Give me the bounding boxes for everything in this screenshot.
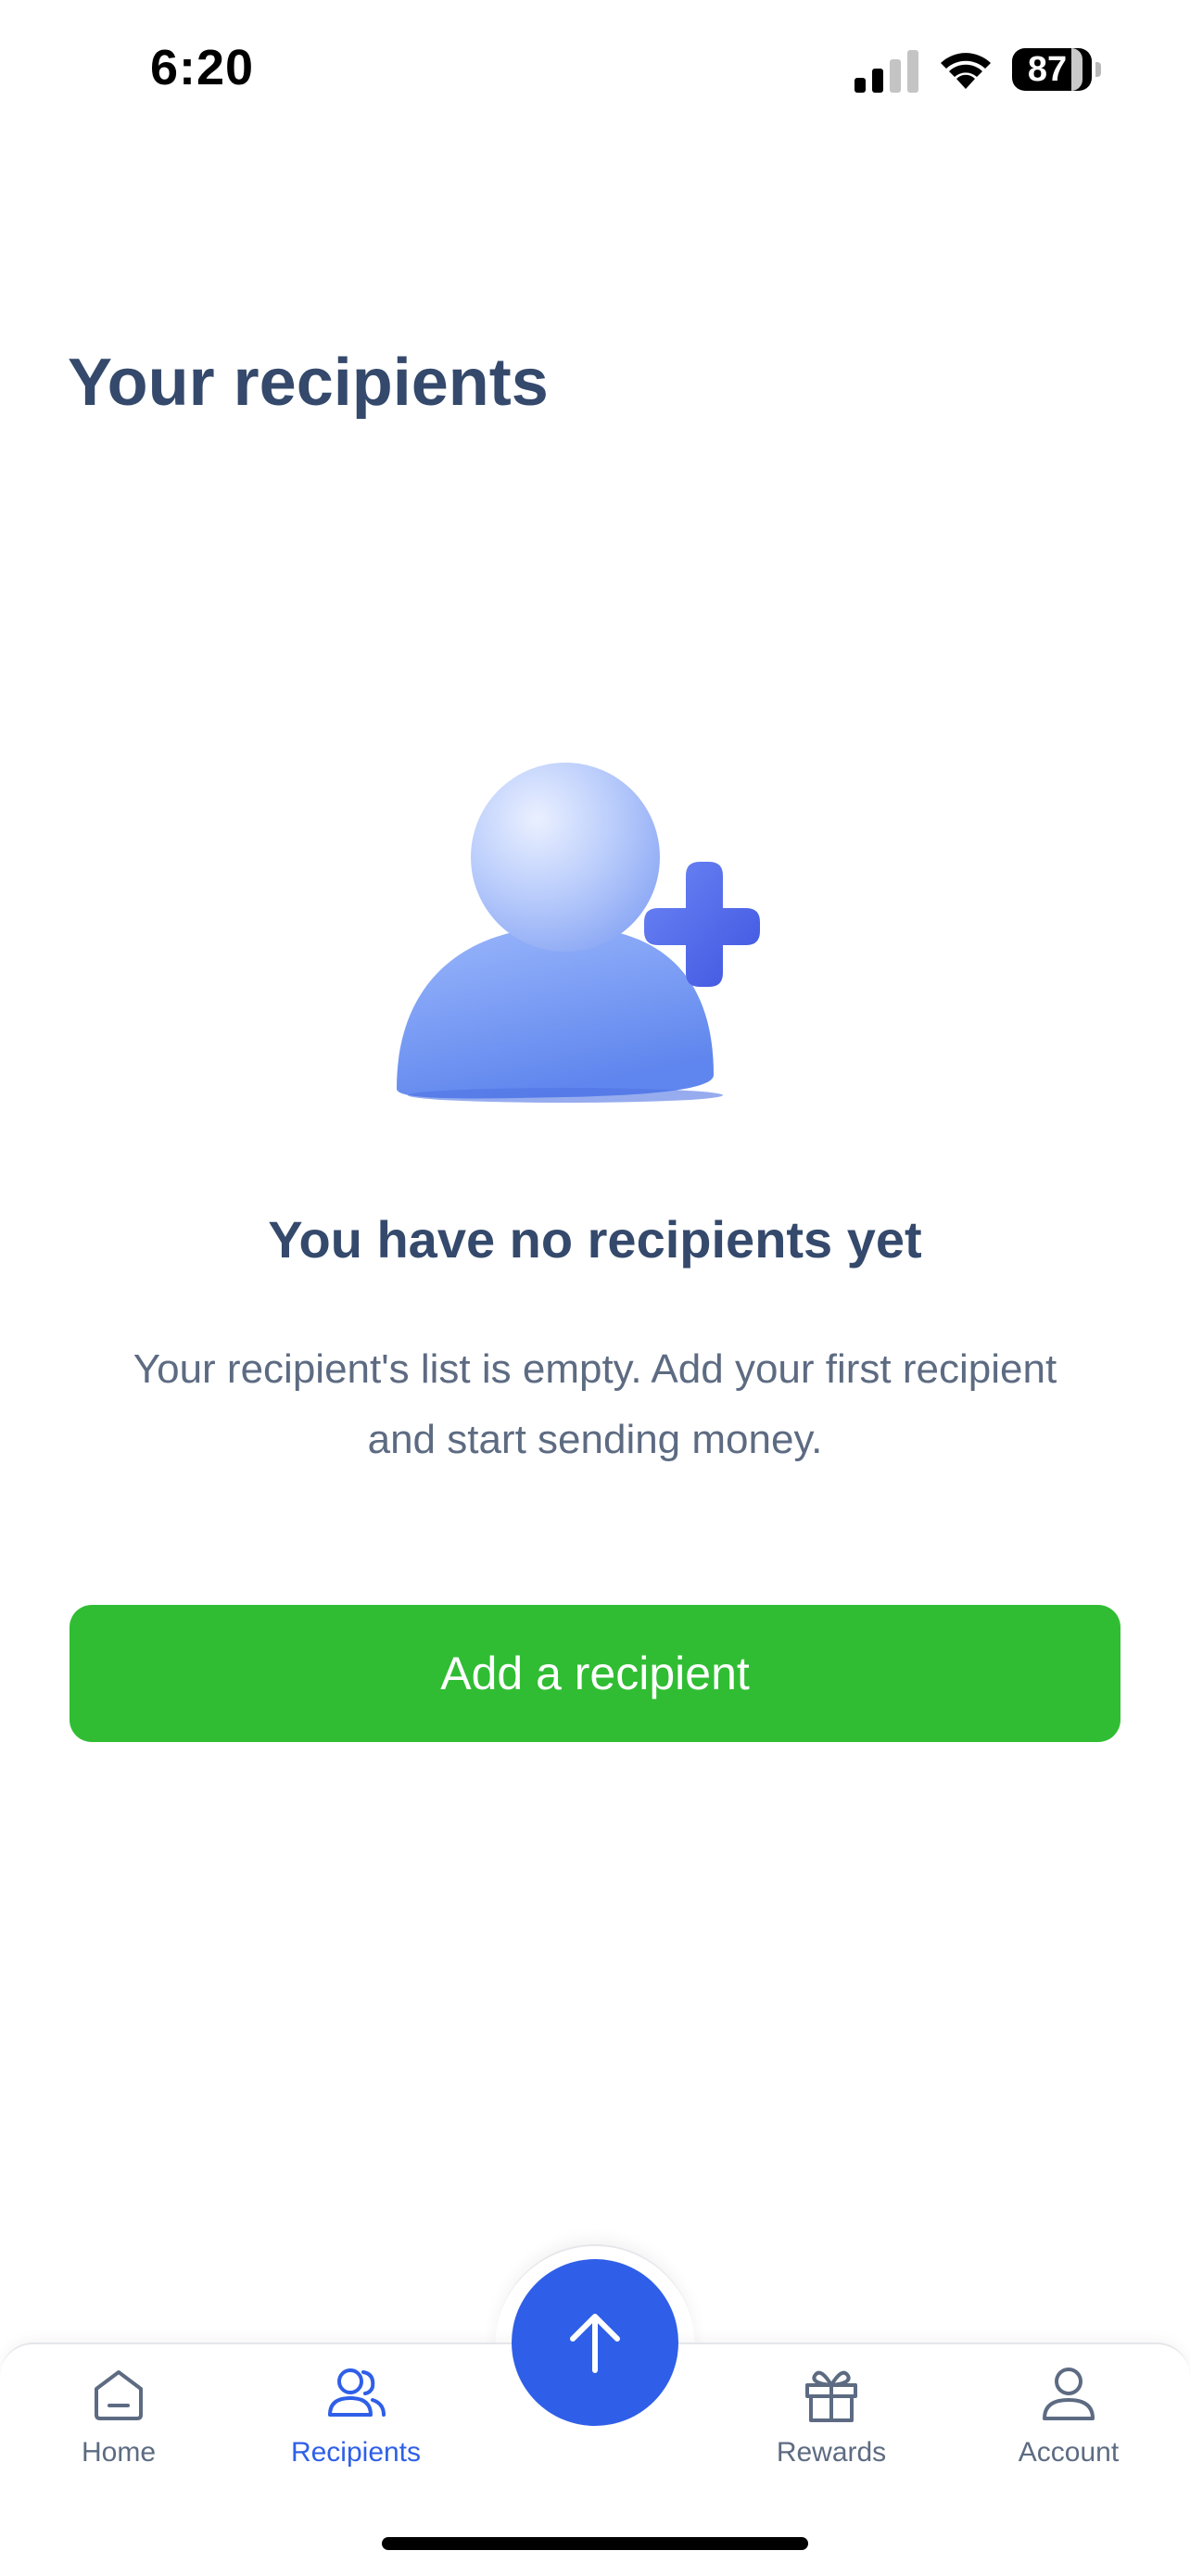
add-person-icon <box>397 763 760 1103</box>
battery-indicator: 87 <box>1012 48 1101 91</box>
user-icon <box>1043 2368 1095 2420</box>
users-icon <box>328 2368 386 2417</box>
page-title: Your recipients <box>68 346 549 420</box>
tab-home-label: Home <box>81 2437 157 2468</box>
wifi-icon <box>941 53 991 89</box>
send-money-button[interactable] <box>512 2259 678 2426</box>
tab-rewards[interactable]: Rewards <box>739 2361 924 2491</box>
arrow-up-icon <box>570 2314 620 2373</box>
add-recipient-button[interactable]: Add a recipient <box>70 1605 1120 1742</box>
tab-recipients[interactable]: Recipients <box>263 2361 449 2491</box>
status-bar: 6:20 87 <box>0 0 1190 139</box>
tab-account-label: Account <box>1018 2437 1120 2468</box>
tab-home[interactable]: Home <box>26 2361 211 2491</box>
home-indicator <box>382 2537 808 2550</box>
empty-state-description: Your recipient's list is empty. Add your… <box>133 1346 1057 1462</box>
tab-rewards-label: Rewards <box>776 2437 887 2468</box>
cellular-signal-icon <box>855 50 918 93</box>
tab-account[interactable]: Account <box>976 2361 1161 2491</box>
empty-state-title: You have no recipients yet <box>268 1210 922 1269</box>
gift-icon <box>805 2370 857 2422</box>
status-time: 6:20 <box>150 40 255 95</box>
tab-recipients-label: Recipients <box>290 2437 422 2468</box>
battery-percentage: 87 <box>1027 50 1068 89</box>
battery-cap <box>1095 62 1101 77</box>
home-icon <box>95 2370 143 2420</box>
